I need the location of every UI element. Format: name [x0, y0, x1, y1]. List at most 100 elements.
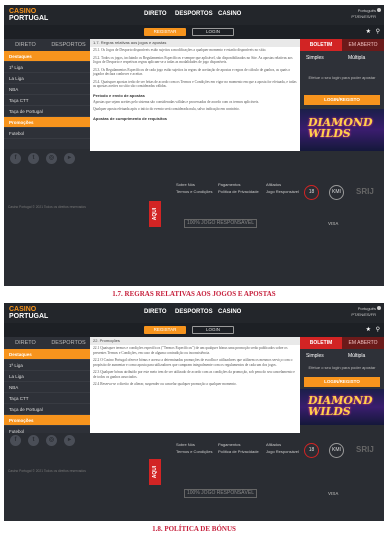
sidebar-item-la-liga[interactable]: La Liga	[4, 73, 90, 84]
register-button[interactable]: REGISTAR	[144, 326, 186, 334]
sidebar-item-destaques[interactable]: Destaques	[4, 51, 90, 62]
tab-boletim[interactable]: BOLETIM	[300, 337, 342, 349]
tab-desportos[interactable]: DESPORTOS	[47, 39, 90, 51]
footer-link-sobre[interactable]: Sobre Nós	[176, 441, 212, 448]
sidebar-item-taca-portugal[interactable]: Taça de Portugal	[4, 106, 90, 117]
tab-boletim[interactable]: BOLETIM	[300, 39, 342, 51]
search-icon[interactable]: ⚲	[376, 29, 380, 35]
instagram-icon[interactable]: ◎	[46, 435, 57, 446]
sidebar-item-nba[interactable]: NBA	[4, 382, 90, 393]
star-icon[interactable]: ★	[366, 327, 371, 333]
footer-link-privacidade[interactable]: Política de Privacidade	[218, 188, 259, 195]
sidebar-item-destaques[interactable]: Destaques	[4, 349, 90, 360]
promo-banner[interactable]: DIAMOND WILDS	[300, 389, 384, 425]
site-footer: f t ◎ ▸ Sobre Nós Termos e Condições Pag…	[4, 433, 384, 521]
facebook-icon[interactable]: f	[10, 435, 21, 446]
top-navbar: CASINO PORTUGAL DIRETO DESPORTOS CASINO …	[4, 5, 384, 25]
content-header: 22. Promoções	[90, 337, 300, 345]
login-button[interactable]: LOGIN	[192, 326, 234, 334]
sidebar-item-nba[interactable]: NBA	[4, 84, 90, 95]
mode-multipla[interactable]: Múltipla	[348, 55, 365, 61]
nav-desportos[interactable]: DESPORTOS	[175, 309, 213, 315]
mode-simples[interactable]: Simples	[306, 55, 324, 61]
aqui-label: AQUI	[152, 207, 158, 221]
tab-em-aberto[interactable]: EM ABERTO	[342, 39, 384, 51]
social-links: f t ◎ ▸	[10, 153, 90, 165]
logo-line-2: PORTUGAL	[9, 15, 49, 22]
aqui-marker: AQUI	[149, 459, 161, 485]
facebook-icon[interactable]: f	[10, 153, 21, 164]
promo-banner[interactable]: DIAMOND WILDS	[300, 109, 384, 151]
star-icon[interactable]: ★	[366, 29, 371, 35]
sidebar-tabs: DIRETO DESPORTOS	[4, 39, 90, 51]
footer-link-jogo-responsavel[interactable]: Jogo Responsável	[266, 188, 299, 195]
sidebar-item-promocoes[interactable]: Promoções	[4, 117, 90, 128]
footer-link-termos[interactable]: Termos e Condições	[176, 448, 212, 455]
login-note: Efetue o seu login para poder apostar	[308, 75, 376, 80]
twitter-icon[interactable]: t	[28, 435, 39, 446]
nav-casino[interactable]: CASINO	[218, 11, 241, 17]
sidebar-item-futebol[interactable]: Futebol	[4, 128, 90, 139]
aqui-marker: AQUI	[149, 201, 161, 227]
footer-link-termos[interactable]: Termos e Condições	[176, 188, 212, 195]
tab-direto[interactable]: DIRETO	[4, 337, 47, 349]
auth-bar: REGISTAR LOGIN ★ ⚲	[4, 25, 384, 39]
globe-icon	[377, 306, 381, 310]
tab-em-aberto[interactable]: EM ABERTO	[342, 337, 384, 349]
betslip-panel: BOLETIM EM ABERTO Simples Múltipla Efetu…	[300, 337, 384, 425]
payment-methods: VISA	[328, 221, 339, 226]
sidebar-item-la-liga[interactable]: La Liga	[4, 371, 90, 382]
screenshot-promotions: CASINO PORTUGAL DIRETO DESPORTOS CASINO …	[4, 303, 384, 521]
tab-desportos[interactable]: DESPORTOS	[47, 337, 90, 349]
logo-line-2: PORTUGAL	[9, 313, 49, 320]
social-links: f t ◎ ▸	[10, 435, 90, 447]
site-logo[interactable]: CASINO PORTUGAL	[9, 8, 51, 22]
age-18-badge: 18	[304, 185, 319, 200]
nav-direto[interactable]: DIRETO	[144, 11, 167, 17]
sidebar-item-1-liga[interactable]: 1ª Liga	[4, 62, 90, 73]
banner-title: DIAMOND WILDS	[308, 116, 373, 140]
sidebar-item-taca-ctt[interactable]: Taça CTT	[4, 95, 90, 106]
youtube-icon[interactable]: ▸	[64, 435, 75, 446]
terms-paragraph: 22.4 Reserva-se o direito de alterar, su…	[93, 382, 237, 386]
tab-direto[interactable]: DIRETO	[4, 39, 47, 51]
register-button[interactable]: REGISTAR	[144, 28, 186, 36]
twitter-icon[interactable]: t	[28, 153, 39, 164]
nav-direto[interactable]: DIRETO	[144, 309, 167, 315]
footer-links-col-1: Sobre Nós Termos e Condições	[176, 441, 212, 455]
footer-link-privacidade[interactable]: Política de Privacidade	[218, 448, 259, 455]
nav-casino[interactable]: CASINO	[218, 309, 241, 315]
login-register-button[interactable]: LOGIN/REGISTO	[304, 95, 380, 105]
footer-link-pagamentos[interactable]: Pagamentos	[218, 181, 259, 188]
sidebar-item-1-liga[interactable]: 1ª Liga	[4, 360, 90, 371]
kmi-badge: KMI	[329, 443, 344, 458]
footer-links-col-2: Pagamentos Política de Privacidade	[218, 181, 259, 195]
figure-caption: 1.8. POLÍTICA DE BÓNUS	[152, 525, 236, 533]
instagram-icon[interactable]: ◎	[46, 153, 57, 164]
sidebar-item-taca-ctt[interactable]: Taça CTT	[4, 393, 90, 404]
youtube-icon[interactable]: ▸	[64, 153, 75, 164]
footer-link-sobre[interactable]: Sobre Nós	[176, 181, 212, 188]
sidebar-item-promocoes[interactable]: Promoções	[4, 415, 90, 426]
nav-desportos[interactable]: DESPORTOS	[175, 11, 213, 17]
footer-link-pagamentos[interactable]: Pagamentos	[218, 441, 259, 448]
bet-mode-selector: Simples Múltipla	[300, 349, 384, 363]
betslip-panel: BOLETIM EM ABERTO Simples Múltipla Efetu…	[300, 39, 384, 151]
responsible-gaming-logo: 100% JOGO RESPONSÁVEL	[184, 219, 257, 228]
mode-multipla[interactable]: Múltipla	[348, 353, 365, 359]
site-logo[interactable]: CASINO PORTUGAL	[9, 306, 51, 320]
footer-link-jogo-responsavel[interactable]: Jogo Responsável	[266, 448, 299, 455]
login-button[interactable]: LOGIN	[192, 28, 234, 36]
terms-paragraph: 22.3 Qualquer bónus atribuído por este m…	[93, 370, 295, 379]
footer-fine-print: Casino Portugal © 2021 Todos os direitos…	[8, 205, 86, 209]
mode-simples[interactable]: Simples	[306, 353, 324, 359]
kmi-badge: KMI	[329, 185, 344, 200]
footer-link-afiliados[interactable]: Afiliados	[266, 181, 299, 188]
sidebar-item-taca-portugal[interactable]: Taça de Portugal	[4, 404, 90, 415]
footer-link-afiliados[interactable]: Afiliados	[266, 441, 299, 448]
terms-paragraph: 22.2 O Casino Portugal oferece bónus e a…	[93, 358, 293, 367]
language-selector[interactable]: Português PT/EN/ES/FR	[351, 8, 376, 20]
language-selector[interactable]: Português PT/EN/ES/FR	[351, 306, 376, 318]
login-register-button[interactable]: LOGIN/REGISTO	[304, 377, 380, 387]
search-icon[interactable]: ⚲	[376, 327, 380, 333]
